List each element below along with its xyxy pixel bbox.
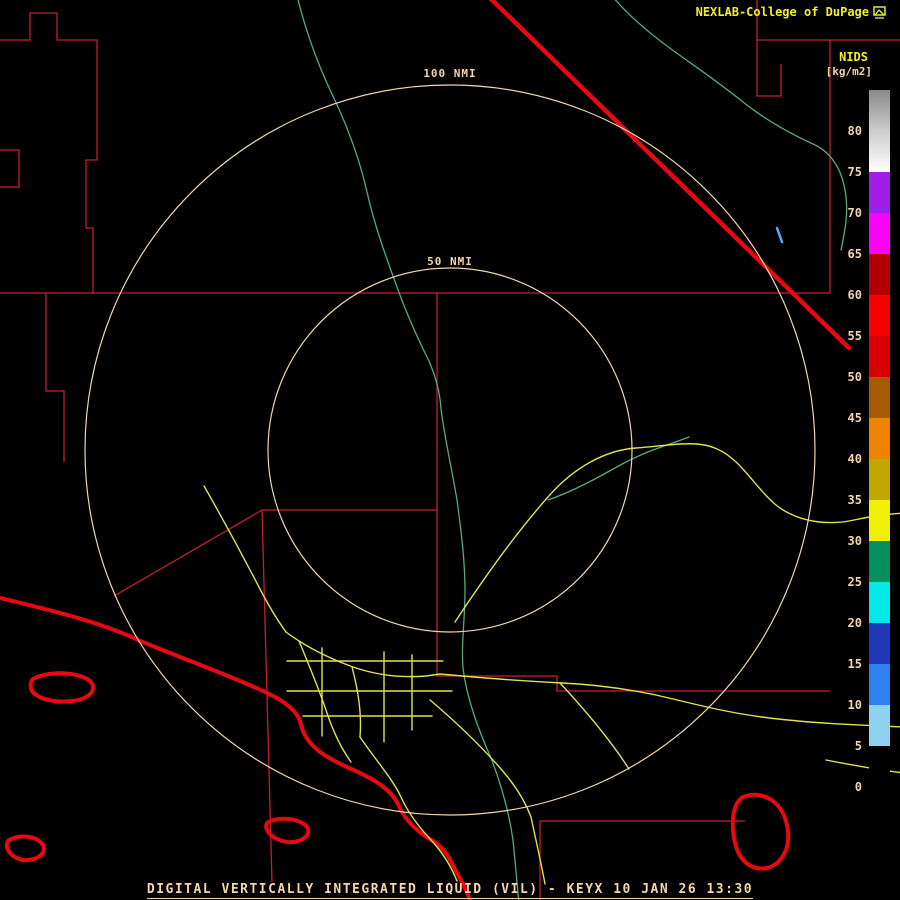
colorbar-segment-70-75 xyxy=(869,172,890,213)
colorbar-segment-5-10 xyxy=(869,705,890,746)
colorbar-segment-25-30 xyxy=(869,541,890,582)
colorbar-segment-30-35 xyxy=(869,500,890,541)
river-lines xyxy=(297,0,847,900)
cod-logo-icon xyxy=(873,6,886,19)
colorbar-segment-40-45 xyxy=(869,418,890,459)
range-rings xyxy=(85,85,815,815)
colorbar-units: [kg/m2] xyxy=(826,65,872,78)
radar-map[interactable] xyxy=(0,0,900,900)
colorbar-segment-0-5 xyxy=(869,746,890,787)
radar-viewer: NEXLAB-College of DuPage NIDS [kg/m2] 10… xyxy=(0,0,900,900)
colorbar-segments xyxy=(869,90,890,787)
colorbar-segment-50-55 xyxy=(869,336,890,377)
coastline xyxy=(0,597,788,900)
state-boundary-line xyxy=(488,0,849,348)
colorbar-segment-15-20 xyxy=(869,623,890,664)
colorbar-segment-10-15 xyxy=(869,664,890,705)
county-boundary-lines xyxy=(0,0,900,900)
colorbar-segment-80-85 xyxy=(869,90,890,131)
colorbar-segment-65-70 xyxy=(869,213,890,254)
colorbar-segment-75-80 xyxy=(869,131,890,172)
colorbar-segment-45-50 xyxy=(869,377,890,418)
brand: NEXLAB-College of DuPage xyxy=(696,5,886,19)
lake-mark xyxy=(777,228,782,242)
brand-text: NEXLAB-College of DuPage xyxy=(696,5,869,19)
range-ring-label-50: 50 NMI xyxy=(350,255,550,268)
colorbar-segment-60-65 xyxy=(869,254,890,295)
status-bar: DIGITAL VERTICALLY INTEGRATED LIQUID (VI… xyxy=(0,878,900,897)
status-bar-text: DIGITAL VERTICALLY INTEGRATED LIQUID (VI… xyxy=(147,882,753,899)
colorbar-segment-35-40 xyxy=(869,459,890,500)
colorbar-segment-55-60 xyxy=(869,295,890,336)
colorbar-title: NIDS xyxy=(839,50,868,64)
colorbar-segment-20-25 xyxy=(869,582,890,623)
range-ring-label-100: 100 NMI xyxy=(350,67,550,80)
